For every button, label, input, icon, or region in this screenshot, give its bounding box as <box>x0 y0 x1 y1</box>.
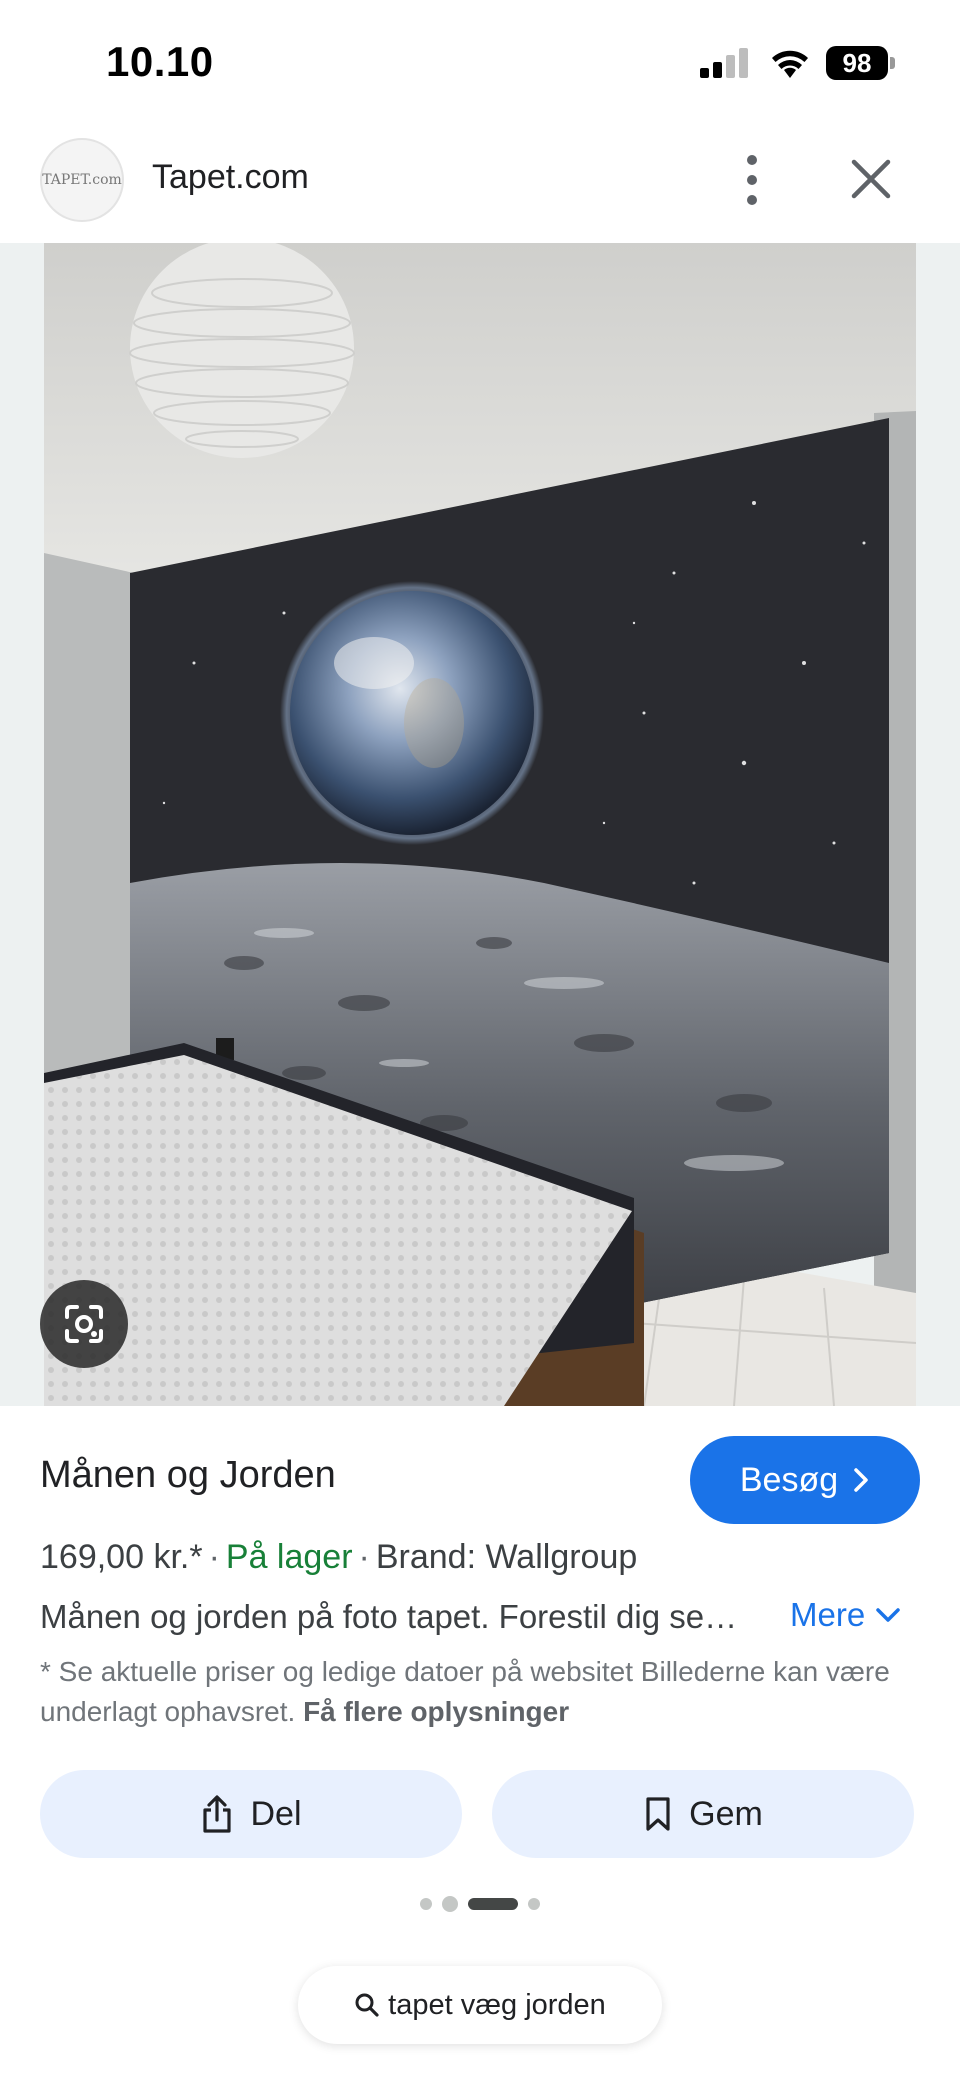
pagination <box>0 1896 960 1912</box>
product-meta: 169,00 kr.* · På lager · Brand: Wallgroup <box>40 1538 637 1577</box>
share-button[interactable]: Del <box>40 1770 462 1858</box>
pager-dot <box>420 1898 432 1910</box>
pager-dot-active <box>468 1898 518 1910</box>
chevron-down-icon <box>876 1608 900 1622</box>
battery-level: 98 <box>826 46 888 80</box>
visit-button[interactable]: Besøg <box>690 1436 920 1524</box>
search-chip-label: tapet væg jorden <box>388 1988 606 2021</box>
more-info-link[interactable]: Få flere oplysninger <box>303 1696 569 1727</box>
close-icon[interactable] <box>848 156 894 202</box>
search-icon <box>355 1993 379 2017</box>
visit-button-label: Besøg <box>739 1460 839 1499</box>
status-time: 10.10 <box>106 38 214 85</box>
more-label: Mere <box>790 1596 866 1633</box>
image-viewer[interactable] <box>0 243 960 1406</box>
pager-dot <box>442 1896 458 1912</box>
separator-dot: · <box>358 1538 370 1576</box>
header: TAPET.com Tapet.com <box>0 130 960 242</box>
more-button[interactable]: Mere <box>790 1596 901 1634</box>
bookmark-icon <box>646 1797 670 1831</box>
battery-tip <box>890 57 895 69</box>
more-vert-icon[interactable] <box>734 150 770 210</box>
save-button[interactable]: Gem <box>492 1770 914 1858</box>
pager-dot <box>528 1898 540 1910</box>
site-logo-text: TAPET.com <box>42 172 122 188</box>
product-image[interactable] <box>44 243 916 1406</box>
brand: Brand: Wallgroup <box>375 1538 638 1576</box>
google-lens-button[interactable] <box>40 1280 128 1368</box>
product-title: Månen og Jorden <box>40 1454 336 1496</box>
separator-dot: · <box>208 1538 220 1576</box>
share-label: Del <box>250 1794 302 1833</box>
site-name[interactable]: Tapet.com <box>152 158 309 197</box>
disclaimer: * Se aktuelle priser og ledige datoer på… <box>40 1652 920 1732</box>
signal-icon <box>700 48 748 78</box>
google-lens-icon <box>65 1305 103 1343</box>
status-bar: 10.10 98 <box>0 0 960 120</box>
site-logo[interactable]: TAPET.com <box>40 138 124 222</box>
price: 169,00 kr.* <box>40 1538 203 1576</box>
wifi-icon <box>772 50 808 78</box>
product-description: Månen og jorden på foto tapet. Forestil … <box>40 1598 738 1635</box>
save-label: Gem <box>689 1794 763 1833</box>
chevron-right-icon <box>854 1468 868 1492</box>
share-icon <box>203 1795 232 1833</box>
stock-status: På lager <box>225 1538 353 1576</box>
battery-indicator: 98 <box>826 46 895 80</box>
related-search-chip[interactable]: tapet væg jorden <box>298 1966 662 2044</box>
